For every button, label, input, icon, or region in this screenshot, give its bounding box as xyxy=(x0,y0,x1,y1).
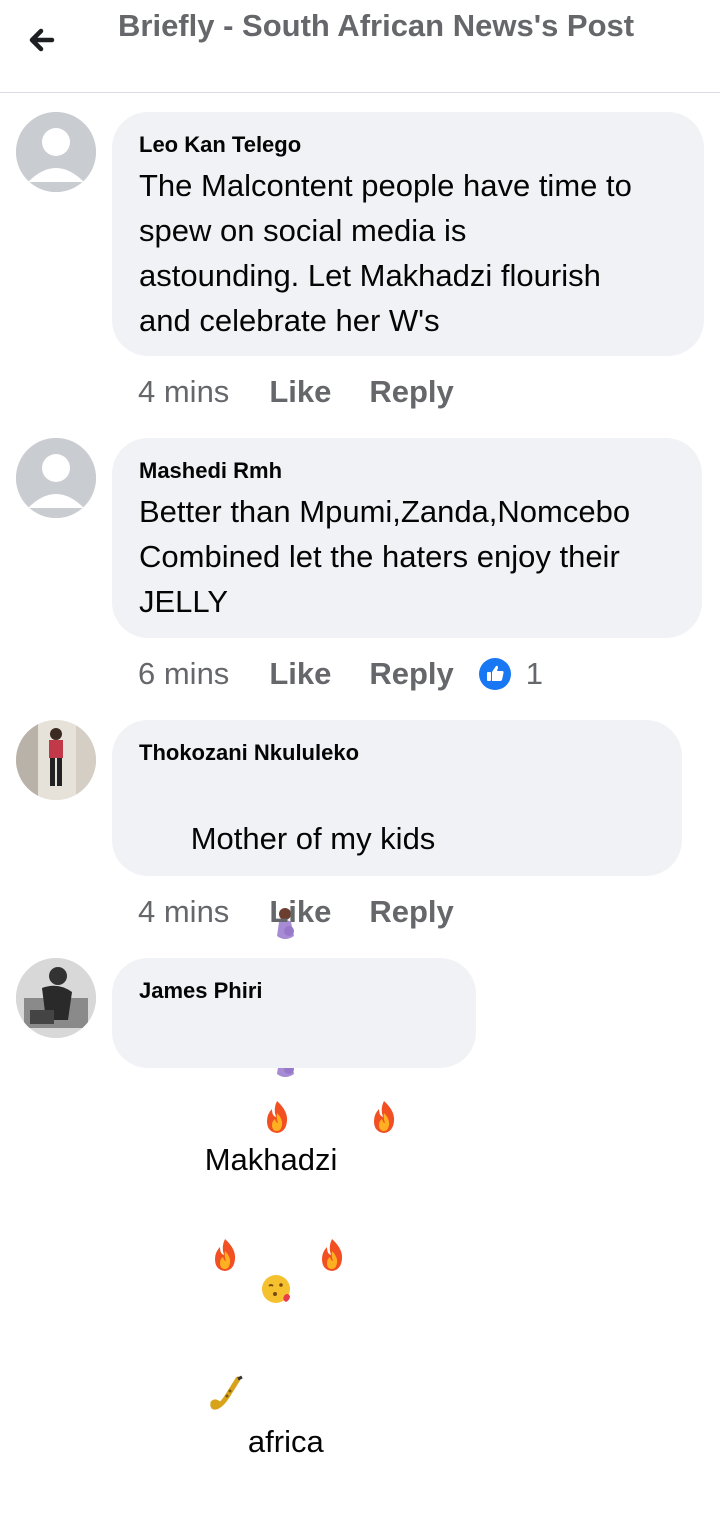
like-reaction-icon xyxy=(478,658,511,690)
reaction-summary[interactable]: 1 xyxy=(478,656,543,692)
avatar[interactable] xyxy=(16,438,96,518)
comment-time[interactable]: 6 mins xyxy=(138,656,229,692)
top-bar: Briefly - South African News's Post xyxy=(0,0,720,93)
reaction-count: 1 xyxy=(525,656,544,691)
comment-bubble: James Phiri africa xyxy=(112,958,476,1459)
comment-actions: 4 mins Like Reply xyxy=(138,372,454,412)
comment-bubble: Thokozani Nkululeko Mother of my kids Ma… xyxy=(112,720,682,1303)
page-title: Briefly - South African News's Post xyxy=(118,8,635,43)
like-button[interactable]: Like xyxy=(269,656,331,692)
saxophone-emoji xyxy=(139,1330,244,1470)
comment-author[interactable]: James Phiri xyxy=(139,976,450,1006)
default-profile-icon xyxy=(16,112,96,192)
fire-emoji xyxy=(298,1054,401,1192)
comment-actions: 4 mins Like Reply xyxy=(138,892,454,932)
default-profile-icon xyxy=(16,438,96,518)
comment-author[interactable]: Thokozani Nkululeko xyxy=(139,738,656,768)
reply-button[interactable]: Reply xyxy=(369,656,453,692)
comment-text-part: Mother of my kids xyxy=(190,821,436,856)
fire-emoji xyxy=(191,1054,294,1192)
comment-time[interactable]: 4 mins xyxy=(138,374,229,410)
avatar[interactable] xyxy=(16,958,96,1038)
like-button[interactable]: Like xyxy=(269,894,331,930)
reply-button[interactable]: Reply xyxy=(369,894,453,930)
comment-text: Better than Mpumi,Zanda,Nomcebo Combined… xyxy=(139,494,631,619)
reply-button[interactable]: Reply xyxy=(369,374,453,410)
arrow-left-icon xyxy=(29,28,55,52)
comment-time[interactable]: 4 mins xyxy=(138,894,229,930)
comment-text: africa xyxy=(139,1009,450,1515)
comment-text: The Malcontent people have time to spew … xyxy=(139,168,632,338)
fire-emoji xyxy=(139,1192,242,1330)
profile-photo-icon xyxy=(16,720,96,800)
like-button[interactable]: Like xyxy=(269,374,331,410)
back-button[interactable] xyxy=(22,20,70,60)
comment-bubble: Leo Kan Telego The Malcontent people hav… xyxy=(112,112,704,356)
avatar[interactable] xyxy=(16,720,96,800)
comment-text-part: africa xyxy=(247,1424,324,1459)
comment-actions: 6 mins Like Reply 1 xyxy=(138,654,543,694)
comment-author[interactable]: Mashedi Rmh xyxy=(139,456,676,486)
avatar[interactable] xyxy=(16,112,96,192)
comment-author[interactable]: Leo Kan Telego xyxy=(139,130,678,160)
profile-photo-icon xyxy=(16,958,96,1038)
comment-bubble: Mashedi Rmh Better than Mpumi,Zanda,Nomc… xyxy=(112,438,702,638)
fire-emoji xyxy=(246,1192,349,1330)
